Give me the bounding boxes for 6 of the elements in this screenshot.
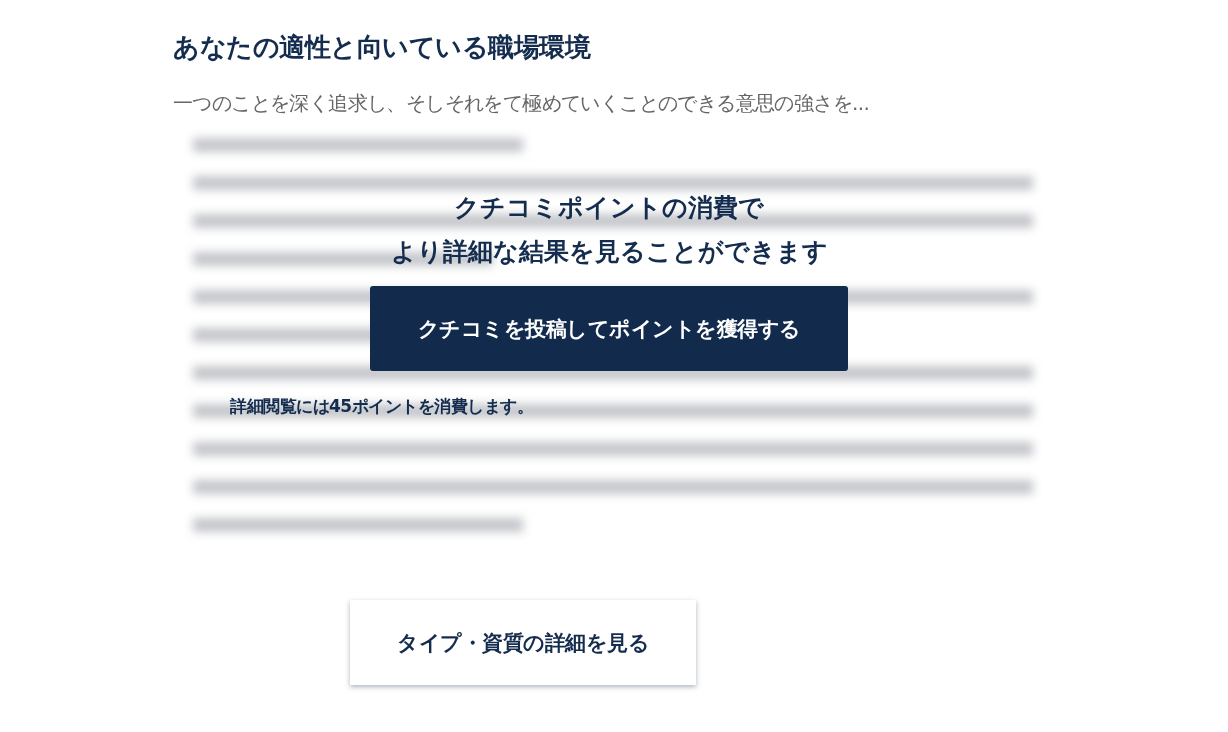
summary-text: 一つのことを深く追求し、そしそれをて極めていくことのできる意思の強さを...	[173, 90, 871, 117]
post-review-button[interactable]: クチコミを投稿してポイントを獲得する	[370, 286, 848, 371]
overlay-heading: クチコミポイントの消費で より詳細な結果を見ることができます	[390, 192, 828, 268]
section-title: あなたの適性と向いている職場環境	[173, 31, 592, 64]
detail-button[interactable]: タイプ・資質の詳細を見る	[350, 600, 696, 685]
points-note: 詳細閲覧には45ポイントを消費します。	[230, 395, 534, 418]
